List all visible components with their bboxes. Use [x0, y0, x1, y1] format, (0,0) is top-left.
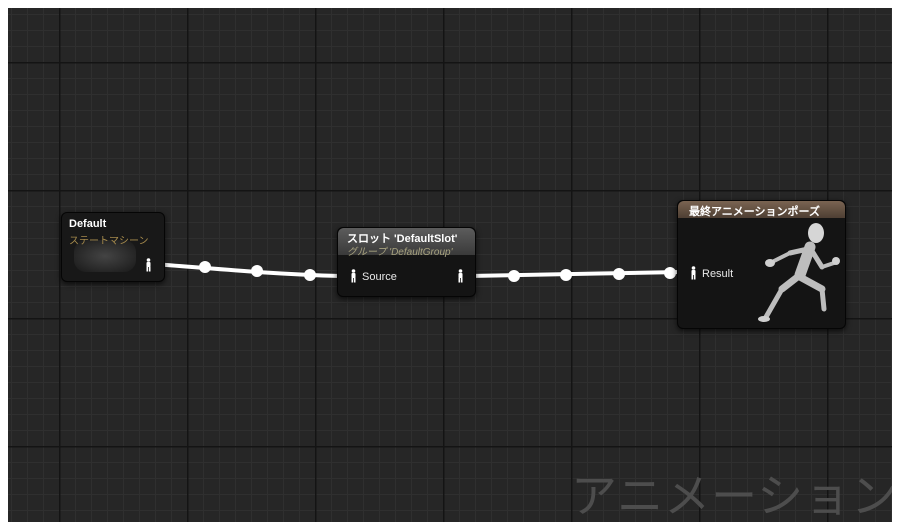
node-title: Default [69, 218, 107, 230]
node-title: 最終アニメーションポーズ [689, 206, 821, 218]
node-header: スロット 'DefaultSlot' グループ 'DefaultGroup' [338, 228, 475, 258]
node-subtitle: グループ 'DefaultGroup' [347, 247, 453, 258]
final-animation-pose-node[interactable]: 最終アニメーションポーズ Result [677, 200, 846, 329]
wire-flow-dot [664, 267, 676, 279]
pin-label-source: Source [362, 271, 397, 283]
slot-node[interactable]: スロット 'DefaultSlot' グループ 'DefaultGroup' S… [337, 227, 476, 297]
person-pin-icon[interactable] [689, 266, 698, 280]
wire-slot-to-final[interactable] [467, 270, 682, 278]
person-pin-icon[interactable] [349, 269, 358, 283]
anim-graph-canvas[interactable]: Default ステートマシーン スロット 'DefaultSlot' グループ… [8, 8, 892, 522]
wire-flow-dot [304, 269, 316, 281]
wire-flow-dot [613, 268, 625, 280]
person-pin-icon[interactable] [456, 269, 465, 283]
wire-flow-dot [251, 265, 263, 277]
person-pin-icon[interactable] [144, 258, 153, 272]
state-machine-node-default[interactable]: Default ステートマシーン [61, 212, 165, 282]
node-subtitle: ステートマシーン [69, 236, 149, 247]
wire-flow-dot [199, 261, 211, 273]
wire-flow-dot [508, 270, 520, 282]
running-mannequin-icon [758, 223, 840, 322]
node-header: 最終アニメーションポーズ [678, 201, 845, 218]
wire-flow-dot [560, 269, 572, 281]
graph-watermark: アニメーション [571, 470, 892, 522]
pin-label-result: Result [702, 268, 734, 280]
